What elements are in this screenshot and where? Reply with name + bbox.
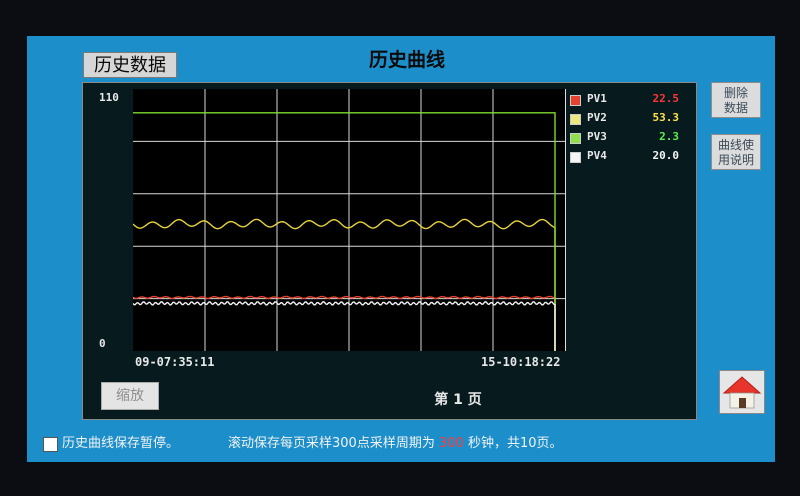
legend-name: PV3 bbox=[587, 130, 607, 143]
pause-save-label: 历史曲线保存暂停。 bbox=[62, 436, 180, 451]
legend-item-pv3: PV3 2.3 bbox=[568, 129, 693, 148]
time-end-label: 15-10:18:22 bbox=[481, 355, 561, 369]
legend-item-pv2: PV2 53.3 bbox=[568, 110, 693, 129]
y-min-label: 0 bbox=[99, 337, 106, 350]
trend-plot-area[interactable] bbox=[133, 89, 566, 351]
home-icon bbox=[722, 376, 762, 409]
series-line-pv3 bbox=[133, 112, 556, 351]
delete-data-label-1: 删除 bbox=[723, 86, 748, 100]
time-start-label: 09-07:35:11 bbox=[135, 355, 215, 369]
pause-save-checkbox[interactable] bbox=[43, 437, 58, 452]
scroll-info-prefix: 滚动保存每页采样300点采样周期为 bbox=[228, 436, 435, 451]
page-title: 历史曲线 bbox=[368, 49, 445, 71]
curve-help-button[interactable]: 曲线使 用说明 bbox=[711, 134, 761, 170]
series-line-pv2 bbox=[133, 218, 556, 351]
legend-value: 2.3 bbox=[659, 130, 679, 143]
scroll-info-suffix: 秒钟，共10页。 bbox=[467, 436, 563, 451]
legend-swatch bbox=[570, 133, 581, 144]
legend-name: PV2 bbox=[587, 111, 607, 124]
delete-data-label-2: 数据 bbox=[723, 101, 748, 115]
legend-value: 53.3 bbox=[652, 111, 680, 124]
legend: PV1 22.5 PV2 53.3 PV3 2.3 PV4 20.0 bbox=[568, 91, 693, 167]
series-line-pv4 bbox=[133, 301, 556, 351]
legend-name: PV1 bbox=[587, 92, 607, 105]
legend-value: 22.5 bbox=[652, 92, 680, 105]
home-button[interactable] bbox=[719, 370, 765, 414]
legend-name: PV4 bbox=[587, 149, 607, 162]
hmi-screen: 历史数据 历史曲线 110 0 09-07:35:11 15-10:18:22 … bbox=[27, 36, 775, 462]
delete-data-button[interactable]: 删除 数据 bbox=[711, 82, 761, 118]
legend-value: 20.0 bbox=[652, 149, 680, 162]
trend-chart bbox=[133, 89, 565, 351]
history-data-button[interactable]: 历史数据 bbox=[83, 52, 177, 78]
zoom-button[interactable]: 缩放 bbox=[101, 382, 159, 410]
status-bar: 历史曲线保存暂停。 滚动保存每页采样300点采样周期为 300 秒钟，共10页。 bbox=[43, 434, 763, 454]
legend-swatch bbox=[570, 95, 581, 106]
legend-swatch bbox=[570, 114, 581, 125]
legend-swatch bbox=[570, 152, 581, 163]
curve-help-label-2: 用说明 bbox=[717, 153, 754, 167]
y-max-label: 110 bbox=[99, 91, 119, 104]
page-indicator: 第 1 页 bbox=[434, 392, 482, 408]
plot-panel: 110 0 09-07:35:11 15-10:18:22 PV1 22.5 PV2… bbox=[82, 82, 697, 420]
curve-help-label-1: 曲线使 bbox=[717, 138, 754, 152]
legend-item-pv4: PV4 20.0 bbox=[568, 148, 693, 167]
sample-period-value: 300 bbox=[438, 436, 464, 451]
legend-item-pv1: PV1 22.5 bbox=[568, 91, 693, 110]
scroll-save-info: 滚动保存每页采样300点采样周期为 300 秒钟，共10页。 bbox=[228, 434, 562, 454]
